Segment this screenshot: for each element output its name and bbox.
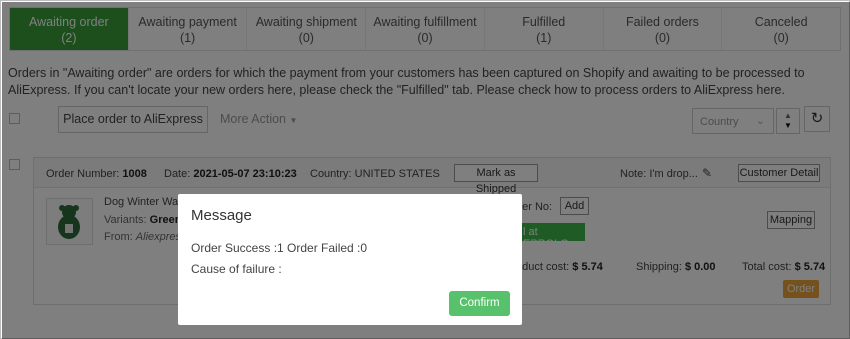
order-result-text: Order Success :1 Order Failed :0 <box>191 241 368 255</box>
dialog-title: Message <box>191 207 252 224</box>
confirm-button[interactable]: Confirm <box>449 291 510 316</box>
failure-cause-text: Cause of failure : <box>191 262 282 276</box>
app-frame: Awaiting order (2) Awaiting payment (1) … <box>0 0 850 339</box>
message-dialog: Message Order Success :1 Order Failed :0… <box>178 194 522 325</box>
